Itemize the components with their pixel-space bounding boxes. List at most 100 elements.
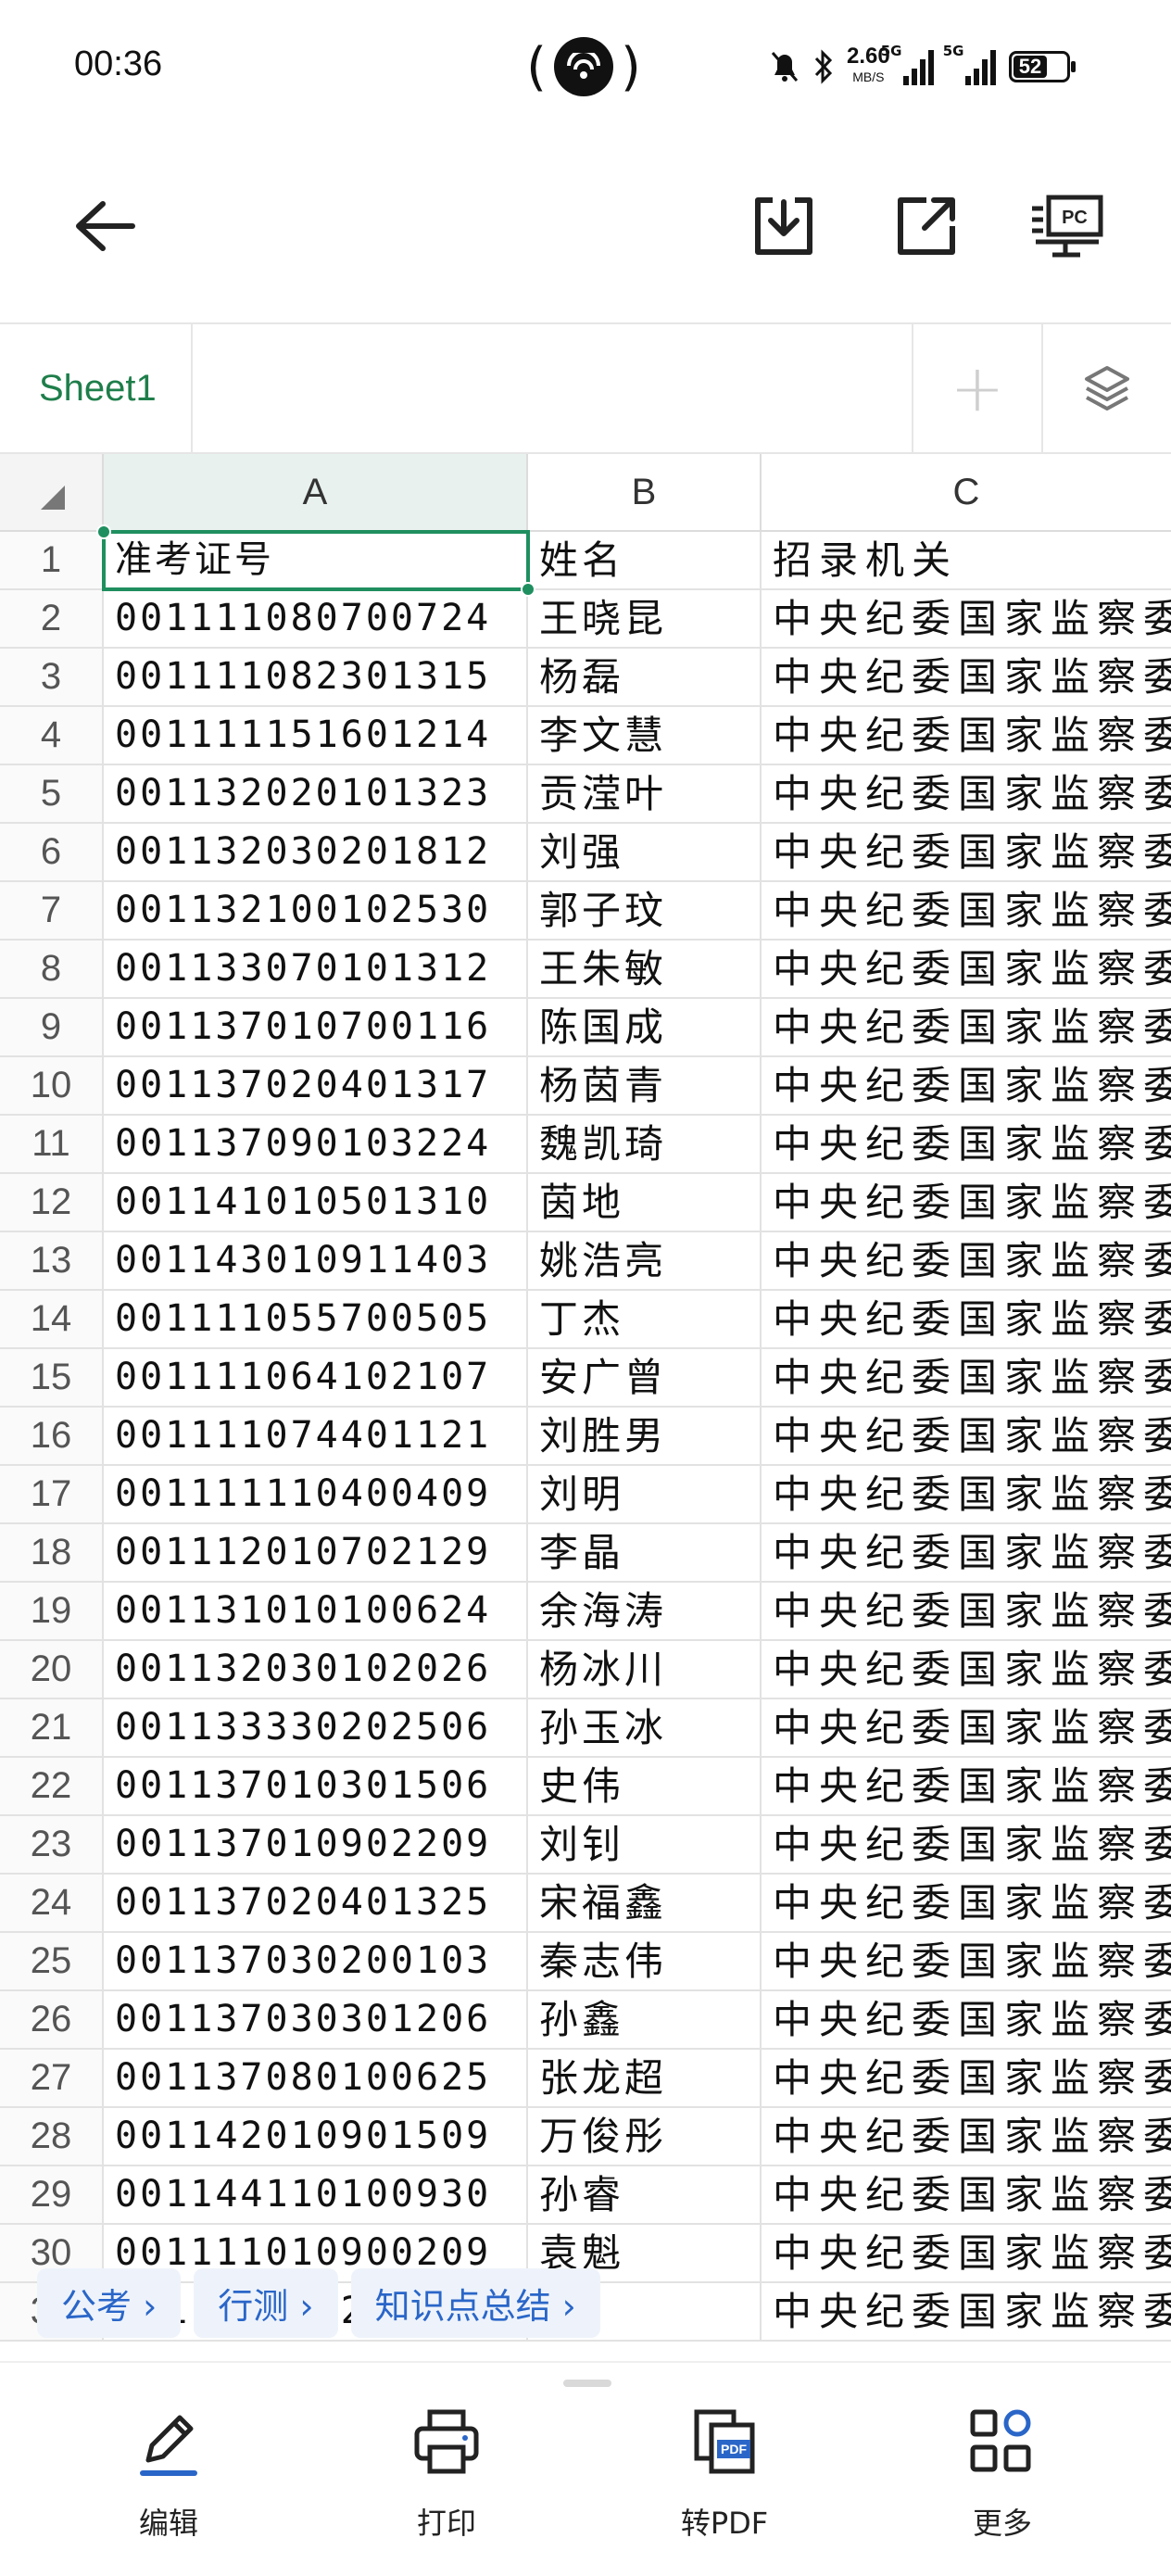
cell-b[interactable]: 魏凯琦	[528, 1116, 762, 1174]
cell-b[interactable]: 孙鑫	[528, 1991, 762, 2050]
cell-b[interactable]: 陈国成	[528, 999, 762, 1057]
cell-c[interactable]: 中央纪委国家监察委	[762, 999, 1171, 1057]
download-button[interactable]	[737, 180, 830, 272]
cell-c[interactable]: 中央纪委国家监察委	[762, 1408, 1171, 1466]
cell-a[interactable]: 001137020401325	[104, 1875, 528, 1933]
cell-b[interactable]: 孙睿	[528, 2166, 762, 2225]
row-number[interactable]: 29	[0, 2166, 104, 2225]
cell-c[interactable]: 中央纪委国家监察委	[762, 1349, 1171, 1408]
cell-c[interactable]: 中央纪委国家监察委	[762, 1583, 1171, 1641]
cell-a[interactable]: 001137010902209	[104, 1816, 528, 1875]
cell-c[interactable]: 中央纪委国家监察委	[762, 1758, 1171, 1816]
cell-c[interactable]: 中央纪委国家监察委	[762, 1291, 1171, 1349]
cell-b[interactable]: 余海涛	[528, 1583, 762, 1641]
cell-b[interactable]: 刘明	[528, 1466, 762, 1524]
cell-b[interactable]: 丁杰	[528, 1291, 762, 1349]
drag-handle[interactable]	[563, 2380, 611, 2387]
cell-c[interactable]: 中央纪委国家监察委	[762, 2108, 1171, 2166]
back-button[interactable]	[57, 180, 150, 272]
row-number[interactable]: 23	[0, 1816, 104, 1875]
cell-a[interactable]: 001141010501310	[104, 1174, 528, 1232]
cell-a[interactable]: 001132100102530	[104, 882, 528, 941]
cell-a[interactable]: 001133070101312	[104, 941, 528, 999]
cell-b[interactable]: 刘强	[528, 824, 762, 882]
cell-c[interactable]: 中央纪委国家监察委	[762, 1057, 1171, 1116]
row-number[interactable]: 20	[0, 1641, 104, 1699]
cell-b[interactable]: 秦志伟	[528, 1933, 762, 1991]
cell-c[interactable]: 中央纪委国家监察委	[762, 765, 1171, 824]
row-number[interactable]: 13	[0, 1232, 104, 1291]
cell-b[interactable]: 杨冰川	[528, 1641, 762, 1699]
cell-c[interactable]: 中央纪委国家监察委	[762, 1699, 1171, 1758]
cell-a[interactable]: 001137010700116	[104, 999, 528, 1057]
cell-a[interactable]: 001137090103224	[104, 1116, 528, 1174]
row-number[interactable]: 1	[0, 532, 104, 590]
cell-c[interactable]: 中央纪委国家监察委	[762, 882, 1171, 941]
cell-b[interactable]: 宋福鑫	[528, 1875, 762, 1933]
row-number[interactable]: 11	[0, 1116, 104, 1174]
cell-c[interactable]: 中央纪委国家监察委	[762, 1524, 1171, 1583]
row-number[interactable]: 14	[0, 1291, 104, 1349]
row-number[interactable]: 10	[0, 1057, 104, 1116]
row-number[interactable]: 17	[0, 1466, 104, 1524]
cell-a[interactable]: 001112010702129	[104, 1524, 528, 1583]
cell-a[interactable]: 001131010100624	[104, 1583, 528, 1641]
cell-b[interactable]: 茵地	[528, 1174, 762, 1232]
cell-a[interactable]: 001137030200103	[104, 1933, 528, 1991]
cell-c[interactable]: 中央纪委国家监察委	[762, 1174, 1171, 1232]
cell-a[interactable]: 001137030301206	[104, 1991, 528, 2050]
cell-c[interactable]: 中央纪委国家监察委	[762, 707, 1171, 765]
cell-a[interactable]: 001137010301506	[104, 1758, 528, 1816]
cell-c[interactable]: 中央纪委国家监察委	[762, 824, 1171, 882]
cell-b[interactable]: 张龙超	[528, 2050, 762, 2108]
cell-a[interactable]: 001133330202506	[104, 1699, 528, 1758]
row-number[interactable]: 18	[0, 1524, 104, 1583]
cell-c[interactable]: 招录机关	[762, 532, 1171, 590]
cell-a[interactable]: 001111055700505	[104, 1291, 528, 1349]
cell-b[interactable]: 安广曾	[528, 1349, 762, 1408]
row-number[interactable]: 22	[0, 1758, 104, 1816]
cell-b[interactable]: 李文慧	[528, 707, 762, 765]
row-number[interactable]: 9	[0, 999, 104, 1057]
cell-b[interactable]: 杨磊	[528, 649, 762, 707]
more-button[interactable]: 更多	[910, 2400, 1095, 2557]
cell-a[interactable]: 001111151601214	[104, 707, 528, 765]
row-number[interactable]: 2	[0, 590, 104, 649]
row-number[interactable]: 21	[0, 1699, 104, 1758]
row-number[interactable]: 27	[0, 2050, 104, 2108]
cell-c[interactable]: 中央纪委国家监察委	[762, 1232, 1171, 1291]
cell-c[interactable]: 中央纪委国家监察委	[762, 2283, 1171, 2342]
cell-b[interactable]: 刘胜男	[528, 1408, 762, 1466]
cell-c[interactable]: 中央纪委国家监察委	[762, 1933, 1171, 1991]
cell-a[interactable]: 001142010901509	[104, 2108, 528, 2166]
row-number[interactable]: 19	[0, 1583, 104, 1641]
row-number[interactable]: 26	[0, 1991, 104, 2050]
row-number[interactable]: 5	[0, 765, 104, 824]
cell-c[interactable]: 中央纪委国家监察委	[762, 2050, 1171, 2108]
cell-a[interactable]: 001132030102026	[104, 1641, 528, 1699]
cell-a[interactable]: 001111080700724	[104, 590, 528, 649]
cell-a[interactable]: 001111110400409	[104, 1466, 528, 1524]
add-sheet-button[interactable]: +	[913, 324, 1043, 452]
cell-b[interactable]: 王朱敏	[528, 941, 762, 999]
cell-c[interactable]: 中央纪委国家监察委	[762, 1641, 1171, 1699]
column-header-b[interactable]: B	[528, 454, 762, 532]
convert-pdf-button[interactable]: PDF 转PDF	[632, 2400, 817, 2557]
cell-b[interactable]: 李晶	[528, 1524, 762, 1583]
cell-c[interactable]: 中央纪委国家监察委	[762, 1816, 1171, 1875]
cell-a[interactable]: 001111074401121	[104, 1408, 528, 1466]
row-number[interactable]: 7	[0, 882, 104, 941]
column-header-c[interactable]: C	[762, 454, 1171, 532]
row-number[interactable]: 25	[0, 1933, 104, 1991]
row-number[interactable]: 6	[0, 824, 104, 882]
cell-c[interactable]: 中央纪委国家监察委	[762, 2166, 1171, 2225]
cell-c[interactable]: 中央纪委国家监察委	[762, 590, 1171, 649]
cell-a[interactable]: 准考证号	[104, 532, 528, 590]
cell-b[interactable]: 王晓昆	[528, 590, 762, 649]
cell-c[interactable]: 中央纪委国家监察委	[762, 2225, 1171, 2283]
row-number[interactable]: 16	[0, 1408, 104, 1466]
cell-b[interactable]: 姓名	[528, 532, 762, 590]
row-number[interactable]: 28	[0, 2108, 104, 2166]
cell-c[interactable]: 中央纪委国家监察委	[762, 941, 1171, 999]
cell-a[interactable]: 001143010911403	[104, 1232, 528, 1291]
